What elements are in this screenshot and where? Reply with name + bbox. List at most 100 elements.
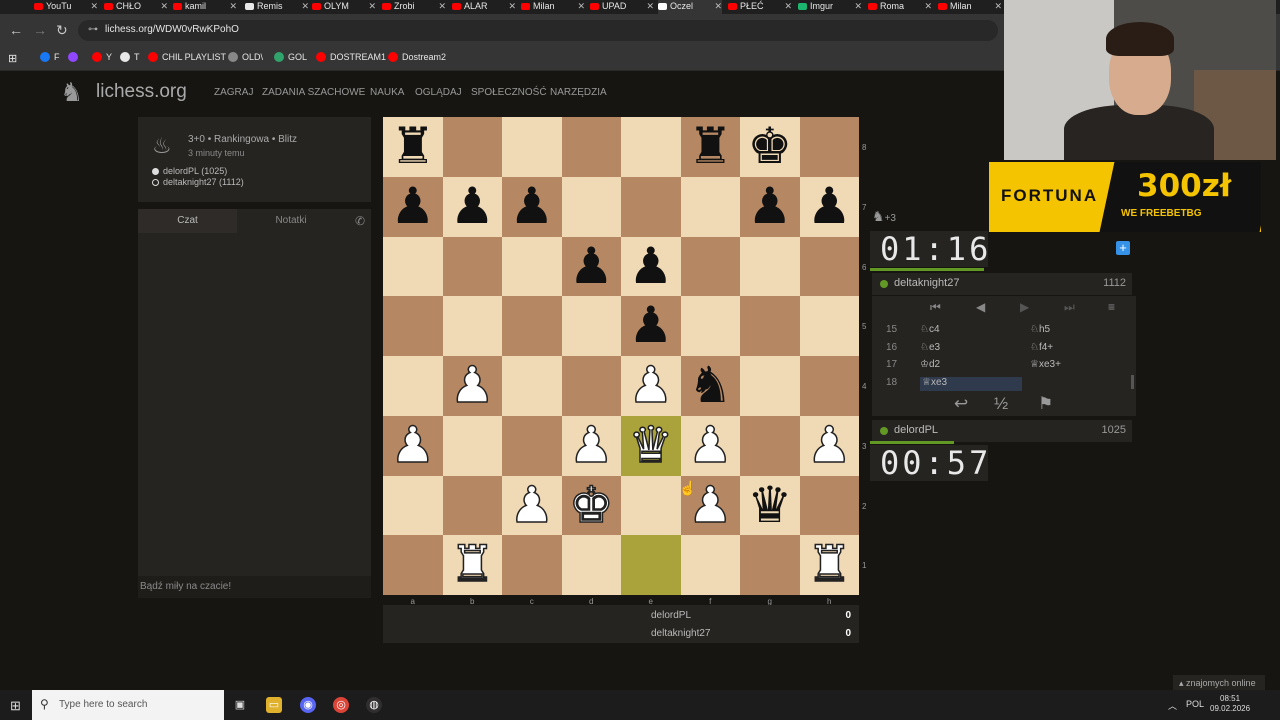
opponent-name-row[interactable]: deltaknight27 1112 [872,273,1132,295]
square-e1[interactable] [621,535,681,595]
white-move[interactable]: ♘e3 [920,342,940,353]
square-a6[interactable] [383,236,443,297]
white-pawn-piece-icon[interactable]: ♟ [681,415,741,476]
square-d5[interactable] [561,296,621,356]
forward-icon[interactable]: → [33,22,47,38]
white-player-name[interactable]: delordPL (1025) [163,166,227,176]
player-name-row[interactable]: delordPL 1025 [872,420,1132,442]
black-rook-piece-icon[interactable]: ♜ [681,117,741,177]
square-e7[interactable] [621,176,681,237]
close-tab-icon[interactable]: ✕ [368,0,376,12]
close-tab-icon[interactable]: ✕ [577,0,585,12]
taskbar-search-placeholder[interactable]: Type here to search [59,699,147,710]
black-move[interactable]: ♘h5 [1030,324,1050,335]
close-tab-icon[interactable]: ✕ [994,0,1002,12]
black-king-piece-icon[interactable]: ♚ [740,117,800,177]
square-e2[interactable] [621,475,681,536]
square-c8[interactable] [502,117,562,177]
black-pawn-piece-icon[interactable]: ♟ [443,177,503,237]
task-view-icon[interactable]: ▣ [232,697,248,713]
tab-chat[interactable]: Czat [138,209,237,233]
reload-icon[interactable]: ↻ [56,22,68,39]
square-c5[interactable] [502,296,562,356]
square-a5[interactable] [383,296,443,356]
square-c4[interactable] [502,356,562,416]
chess-board[interactable]: ♜ ♜ ♚ ♟ ♟ ♟ ♟ ♟ ♟ ♟ ♟ ♟ ♟ ♞ ♟ ♟ ♛ ♟ ♟ ♟ ♚ ♟ ♛ ♜ ♜ [383,117,859,595]
menu-icon[interactable]: ≡ [1108,300,1115,314]
moves-scrollbar[interactable] [1131,375,1134,389]
bookmark-item[interactable]: Y [92,52,112,62]
white-rook-piece-icon[interactable]: ♜ [443,535,503,595]
close-tab-icon[interactable]: ✕ [90,0,98,12]
tab-label[interactable]: YouTu [46,1,71,11]
resign-flag-icon[interactable]: ⚑ [1038,394,1053,414]
last-move-icon[interactable]: ⏭ [1064,300,1075,315]
browser-tab[interactable]: OLYM ✕ [312,0,376,14]
square-g5[interactable] [740,296,800,356]
bookmark-label[interactable]: CHIL PLAYLIST [162,52,226,62]
windows-start-icon[interactable]: ⊞ [10,698,21,714]
tab-label[interactable]: Roma [880,1,904,11]
black-pawn-piece-icon[interactable]: ♟ [800,177,860,237]
square-a4[interactable] [383,356,443,416]
takeback-icon[interactable]: ↩ [954,394,968,414]
white-pawn-piece-icon[interactable]: ♟ [621,355,681,416]
bookmark-item[interactable]: T [120,52,140,62]
square-h4[interactable] [799,356,859,416]
black-move[interactable]: ♘f4+ [1030,342,1053,353]
player-name[interactable]: delordPL [894,424,938,436]
square-g3[interactable] [740,415,800,476]
white-rook-piece-icon[interactable]: ♜ [800,535,860,595]
bookmark-label[interactable]: T [134,52,140,62]
tab-label[interactable]: Oczel [670,1,693,11]
browser-tab[interactable]: Zrobi ✕ [382,0,446,14]
square-g4[interactable] [740,356,800,416]
bookmark-item[interactable]: F [40,52,60,62]
square-b3[interactable] [442,415,502,476]
square-b8[interactable] [442,117,502,177]
black-queen-piece-icon[interactable]: ♛ [740,476,800,536]
square-h5[interactable] [799,296,859,356]
square-a2[interactable] [383,475,443,536]
square-c6[interactable] [502,236,562,297]
tray-clock[interactable]: 08:51 09.02.2026 [1210,694,1250,714]
square-f5[interactable] [680,296,740,356]
square-f1[interactable] [680,535,740,595]
close-tab-icon[interactable]: ✕ [508,0,516,12]
black-move[interactable]: ♕xe3+ [1030,359,1061,370]
nav-tools[interactable]: NARZĘDZIA [550,87,607,98]
tab-label[interactable]: OLYM [324,1,349,11]
close-tab-icon[interactable]: ✕ [714,0,722,12]
square-b5[interactable] [442,296,502,356]
nav-learn[interactable]: NAUKA [370,87,404,98]
black-pawn-piece-icon[interactable]: ♟ [502,177,562,237]
discord-icon[interactable]: ◉ [300,697,316,713]
friends-online-button[interactable]: ▴ znajomych online [1173,675,1265,691]
browser-tab[interactable]: Remis ✕ [245,0,309,14]
previous-move-icon[interactable]: ◀ [976,300,985,314]
back-icon[interactable]: ← [9,22,23,38]
browser-tab[interactable]: Imgur ✕ [798,0,862,14]
black-player-name[interactable]: deltaknight27 (1112) [163,177,244,187]
close-tab-icon[interactable]: ✕ [854,0,862,12]
white-move[interactable]: ♔d2 [920,359,940,370]
square-d1[interactable] [561,535,621,595]
square-d8[interactable] [561,117,621,177]
url-text[interactable]: lichess.org/WDW0vRwKPohO [105,24,239,35]
black-knight-piece-icon[interactable]: ♞ [681,356,741,416]
close-tab-icon[interactable]: ✕ [160,0,168,12]
chat-placeholder[interactable]: Bądź miły na czacie! [140,581,231,592]
chrome-icon[interactable]: ◎ [333,697,349,713]
nav-community[interactable]: SPOŁECZNOŚĆ [471,87,547,98]
browser-tab[interactable]: Milan ✕ [938,0,1002,14]
offer-draw-icon[interactable]: ½ [994,394,1008,414]
bookmark-item[interactable]: DOSTREAM1 [316,52,386,62]
nav-play[interactable]: ZAGRAJ [214,87,253,98]
white-pawn-piece-icon[interactable]: ♟ [443,355,503,416]
white-pawn-piece-icon[interactable]: ♟ [383,415,443,476]
voice-chat-icon[interactable]: ✆ [355,214,365,228]
bookmark-label[interactable]: F [54,52,60,62]
tab-label[interactable]: Milan [950,1,972,11]
browser-tab[interactable]: Milan ✕ [521,0,585,14]
white-pawn-piece-icon[interactable]: ♟ [502,475,562,536]
